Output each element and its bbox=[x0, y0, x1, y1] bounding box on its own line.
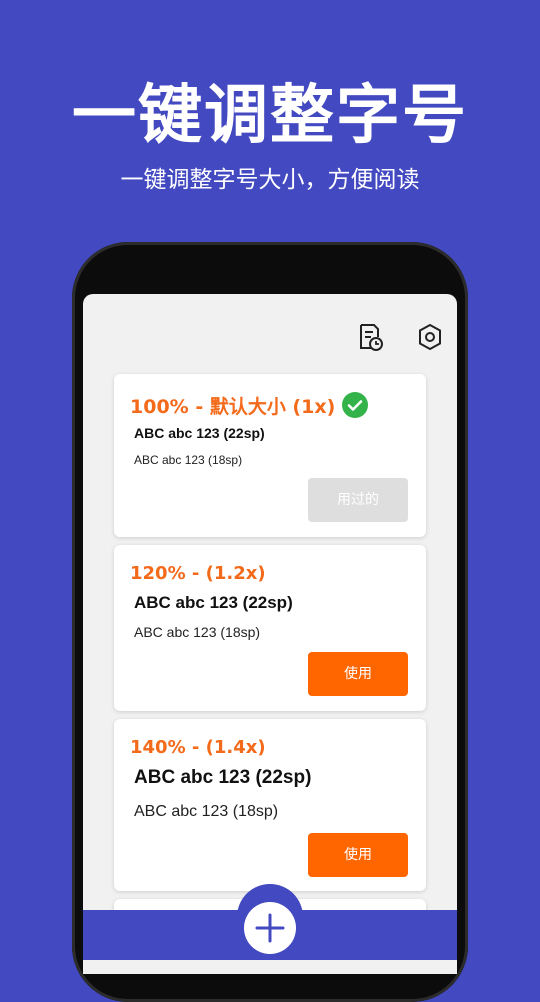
sample-large-text: ABC abc 123 (22sp) bbox=[134, 425, 265, 441]
use-button[interactable]: 使用 bbox=[308, 833, 408, 877]
sample-small-text: ABC abc 123 (18sp) bbox=[134, 624, 261, 640]
sample-small-text: ABC abc 123 (18sp) bbox=[134, 453, 243, 467]
sample-small-text: ABC abc 123 (18sp) bbox=[134, 803, 279, 820]
promo-headline: 一键调整字号 bbox=[72, 79, 468, 153]
selected-check-icon bbox=[342, 392, 368, 418]
font-size-option-100[interactable]: 100% - 默认大小 (1x) ABC abc 123 (22sp) ABC … bbox=[114, 374, 426, 537]
promo-subline: 一键调整字号大小，方便阅读 bbox=[120, 167, 420, 193]
settings-hex-icon[interactable] bbox=[416, 322, 444, 352]
sample-large-text: ABC abc 123 (22sp) bbox=[134, 767, 312, 788]
use-button[interactable]: 使用 bbox=[308, 652, 408, 696]
plus-icon bbox=[255, 913, 285, 943]
history-doc-icon[interactable] bbox=[357, 322, 385, 352]
option-title: 100% - 默认大小 (1x) bbox=[130, 396, 336, 418]
option-title: 140% - (1.4x) bbox=[130, 737, 266, 758]
option-title: 120% - (1.2x) bbox=[130, 563, 266, 584]
font-size-option-120[interactable]: 120% - (1.2x) ABC abc 123 (22sp) ABC abc… bbox=[114, 545, 426, 711]
used-button[interactable]: 用过的 bbox=[308, 478, 408, 522]
sample-large-text: ABC abc 123 (22sp) bbox=[134, 593, 293, 612]
font-size-option-140[interactable]: 140% - (1.4x) ABC abc 123 (22sp) ABC abc… bbox=[114, 719, 426, 891]
add-button[interactable] bbox=[244, 902, 296, 954]
